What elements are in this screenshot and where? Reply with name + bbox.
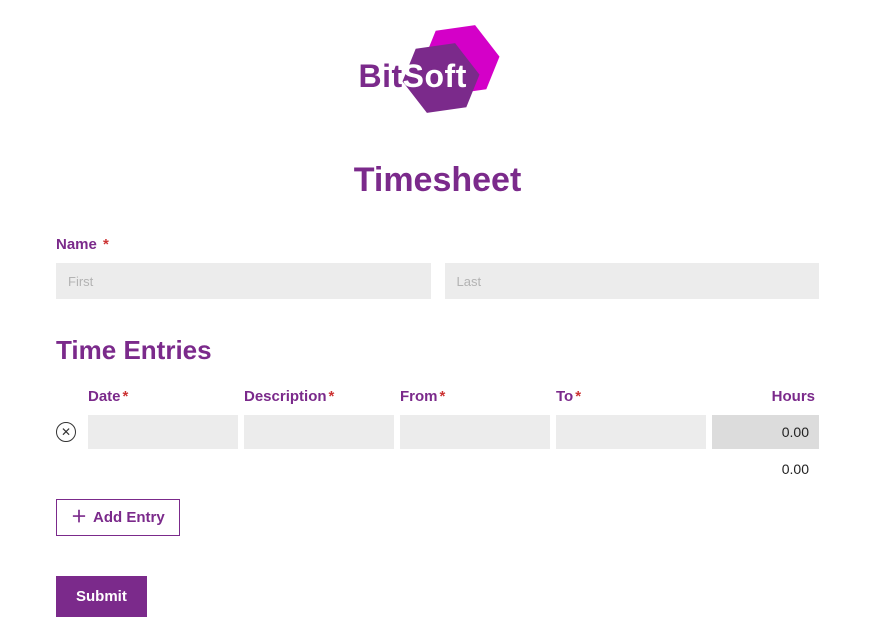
add-entry-label: Add Entry: [93, 509, 165, 526]
col-description: Description*: [244, 388, 394, 415]
required-marker: *: [103, 236, 109, 253]
col-to: To*: [556, 388, 706, 415]
close-icon: ✕: [61, 426, 71, 438]
entry-from-input[interactable]: [400, 415, 550, 449]
plus-icon: ＋: [71, 510, 87, 526]
entry-description-input[interactable]: [244, 415, 394, 449]
page-title: Timesheet: [56, 161, 819, 200]
last-name-input[interactable]: [445, 263, 820, 299]
col-date: Date*: [88, 388, 238, 415]
logo: BitSoft: [56, 0, 819, 133]
entries-total: 0.00: [56, 449, 819, 477]
col-from: From*: [400, 388, 550, 415]
entry-date-input[interactable]: [88, 415, 238, 449]
name-label: Name *: [56, 236, 819, 253]
entry-to-input[interactable]: [556, 415, 706, 449]
submit-button[interactable]: Submit: [56, 576, 147, 617]
first-name-input[interactable]: [56, 263, 431, 299]
add-entry-button[interactable]: ＋ Add Entry: [56, 499, 180, 536]
time-entries-heading: Time Entries: [56, 335, 819, 366]
col-hours: Hours: [712, 388, 819, 415]
remove-entry-button[interactable]: ✕: [56, 422, 76, 442]
name-label-text: Name: [56, 236, 97, 253]
logo-bit: Bit: [359, 58, 403, 94]
logo-soft: Soft: [403, 58, 467, 94]
logo-text: BitSoft: [359, 58, 467, 95]
entry-hours-value: 0.00: [712, 415, 819, 449]
